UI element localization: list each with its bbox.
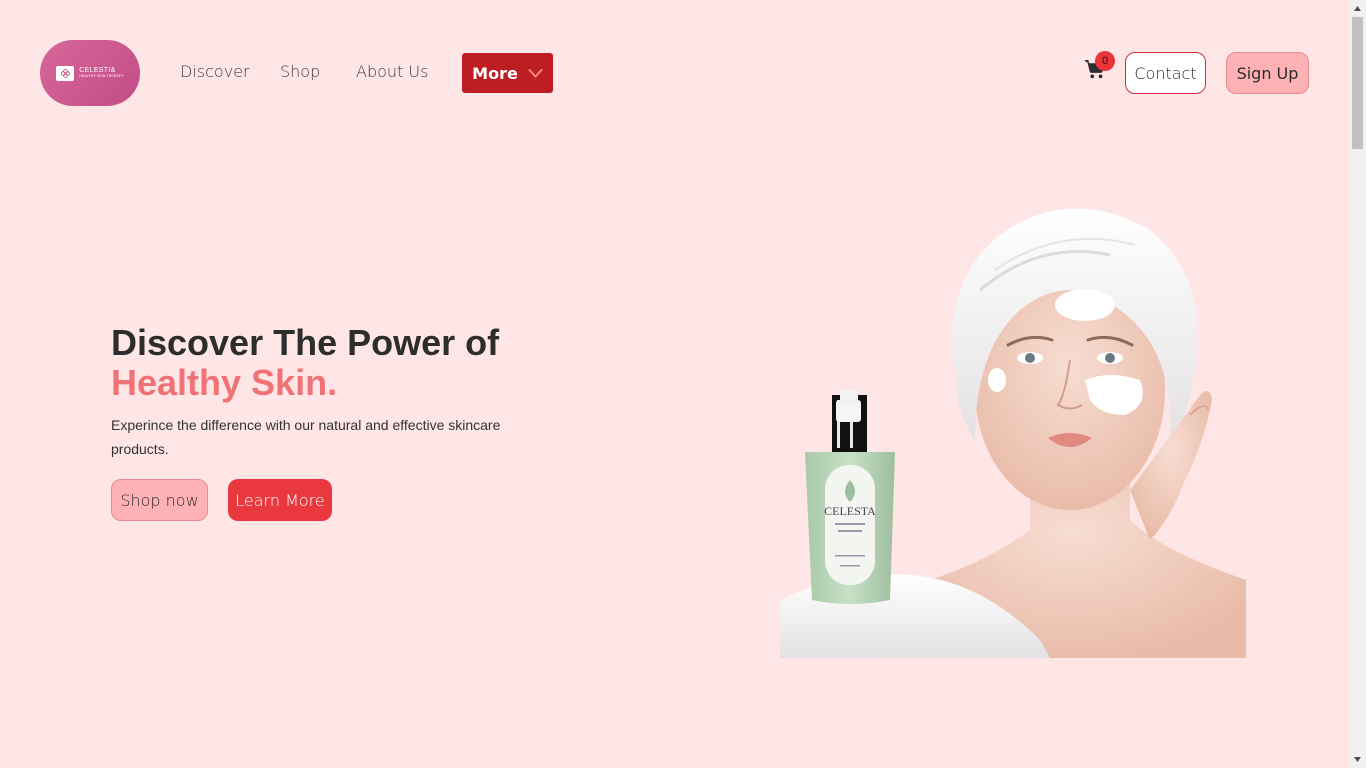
learn-more-button[interactable]: Learn More <box>228 479 332 521</box>
nav-about-us[interactable]: About Us <box>356 62 428 81</box>
chevron-down-icon <box>528 68 543 78</box>
hero-heading: Discover The Power of Healthy Skin. <box>111 323 499 403</box>
brand-logo[interactable]: CELESTI& HEALTHY SKIN THERAPY <box>40 40 140 106</box>
bottle-label: CELESTA <box>824 504 876 518</box>
cart-count-badge: 0 <box>1095 51 1115 71</box>
hero-description: Experince the difference with our natura… <box>111 417 501 457</box>
page-scrollbar[interactable] <box>1349 0 1366 768</box>
hero-title-accent: Healthy Skin. <box>111 362 338 403</box>
nav-shop[interactable]: Shop <box>280 62 320 81</box>
hero-model-image: CELESTA <box>780 208 1246 658</box>
scroll-down-arrow-icon[interactable] <box>1353 755 1362 764</box>
more-label: More <box>472 63 518 83</box>
hero-title-line: Discover The Power of <box>111 322 500 363</box>
shop-now-button[interactable]: Shop now <box>111 479 208 521</box>
scroll-up-arrow-icon[interactable] <box>1353 4 1362 13</box>
nav-discover[interactable]: Discover <box>180 62 250 81</box>
contact-button[interactable]: Contact <box>1125 52 1206 94</box>
scrollbar-thumb[interactable] <box>1352 17 1363 149</box>
brand-wordmark: CELESTI& HEALTHY SKIN THERAPY <box>79 67 123 79</box>
sign-up-button[interactable]: Sign Up <box>1226 52 1309 94</box>
more-dropdown-button[interactable]: More <box>462 53 553 93</box>
brand-tagline: HEALTHY SKIN THERAPY <box>79 74 124 79</box>
brand-name: CELESTI& <box>79 67 116 75</box>
flower-icon <box>56 65 75 81</box>
